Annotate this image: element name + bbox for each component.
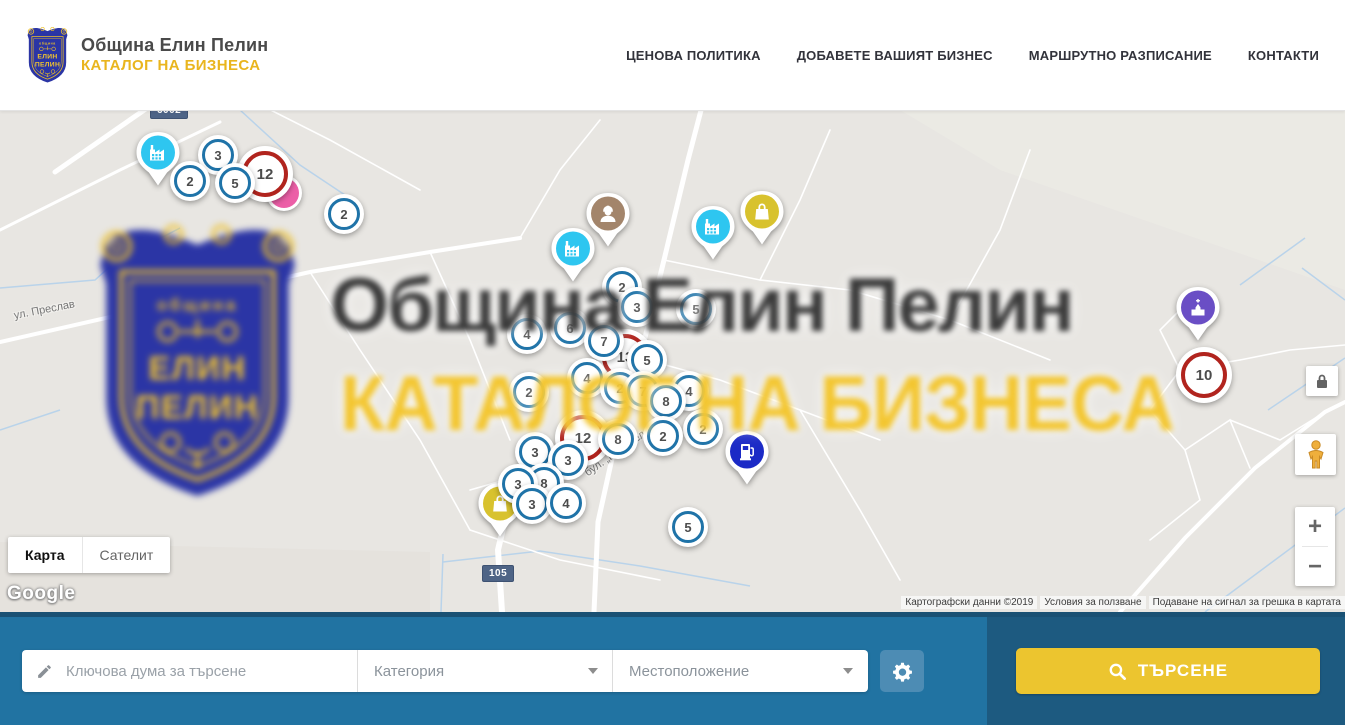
map-pin-bag-icon[interactable] xyxy=(739,190,785,251)
map-type-map-button[interactable]: Карта xyxy=(8,537,82,573)
search-submit-button[interactable]: ТЪРСЕНЕ xyxy=(1016,648,1320,694)
zoom-out-button[interactable]: − xyxy=(1295,547,1335,586)
map-pin-worker-icon[interactable] xyxy=(585,192,631,253)
map-pin-factory-icon[interactable] xyxy=(690,205,736,266)
search-icon xyxy=(1108,662,1127,681)
attribution-copyright: Картографски данни ©2019 xyxy=(901,596,1037,609)
nav-item-route-schedule[interactable]: МАРШРУТНО РАЗПИСАНИЕ xyxy=(1029,48,1212,63)
google-logo[interactable]: Google xyxy=(7,583,75,605)
map-pin-fuel-icon[interactable] xyxy=(724,430,770,491)
advanced-search-button[interactable] xyxy=(880,650,924,692)
road-badge: 6002 xyxy=(150,110,188,119)
map-cluster-marker[interactable]: 4 xyxy=(507,314,547,354)
attribution-report-error-link[interactable]: Подаване на сигнал за грешка в картата xyxy=(1149,596,1345,609)
chevron-down-icon xyxy=(843,668,853,674)
map-cluster-marker[interactable]: 8 xyxy=(598,419,638,459)
municipality-crest-icon xyxy=(24,25,71,85)
map-canvas[interactable]: 6002 105 ул. Преслав бул. „Новосел 12325… xyxy=(0,110,1345,612)
map-cluster-marker[interactable]: 3 xyxy=(617,287,657,327)
map-cluster-marker[interactable]: 5 xyxy=(215,163,255,203)
gear-icon xyxy=(892,661,913,682)
nav-item-add-business[interactable]: ДОБАВЕТЕ ВАШИЯТ БИЗНЕС xyxy=(797,48,993,63)
search-section: Категория Местоположение ТЪРСЕНЕ xyxy=(0,612,1345,725)
map-type-satellite-button[interactable]: Сателит xyxy=(82,537,171,573)
map-cluster-marker[interactable]: 2 xyxy=(170,161,210,201)
pegman-icon xyxy=(1305,440,1327,470)
attribution-terms-link[interactable]: Условия за ползване xyxy=(1040,596,1145,609)
road-badge: 105 xyxy=(482,565,514,582)
keyword-search-input[interactable] xyxy=(64,662,345,681)
location-select-label: Местоположение xyxy=(629,663,749,680)
nav-item-contacts[interactable]: КОНТАКТИ xyxy=(1248,48,1319,63)
main-nav: ЦЕНОВА ПОЛИТИКА ДОБАВЕТЕ ВАШИЯТ БИЗНЕС М… xyxy=(626,48,1319,63)
site-title: Община Елин Пелин xyxy=(81,34,268,57)
map-type-control: Карта Сателит xyxy=(8,537,170,573)
site-subtitle: КАТАЛОГ НА БИЗНЕСА xyxy=(81,57,268,76)
search-button-label: ТЪРСЕНЕ xyxy=(1138,661,1228,681)
search-bar: Категория Местоположение xyxy=(22,650,868,692)
location-select[interactable]: Местоположение xyxy=(613,650,867,692)
chevron-down-icon xyxy=(588,668,598,674)
map-cluster-marker[interactable]: 4 xyxy=(546,483,586,523)
map-lock-button[interactable] xyxy=(1306,366,1338,396)
pencil-icon xyxy=(36,663,53,680)
zoom-control: + − xyxy=(1295,507,1335,586)
map-cluster-marker[interactable]: 10 xyxy=(1176,347,1232,403)
header: Община Елин Пелин КАТАЛОГ НА БИЗНЕСА ЦЕН… xyxy=(0,0,1345,111)
map-cluster-marker[interactable]: 7 xyxy=(584,321,624,361)
map-cluster-marker[interactable]: 2 xyxy=(324,194,364,234)
lock-icon xyxy=(1315,373,1329,389)
map-cluster-marker[interactable]: 8 xyxy=(646,381,686,421)
zoom-in-button[interactable]: + xyxy=(1295,507,1335,546)
map-cluster-marker[interactable]: 2 xyxy=(683,409,723,449)
map-cluster-marker[interactable]: 5 xyxy=(668,507,708,547)
map-cluster-marker[interactable]: 2 xyxy=(509,372,549,412)
keyword-field[interactable] xyxy=(22,650,357,692)
category-select-label: Категория xyxy=(374,663,444,680)
street-view-pegman-button[interactable] xyxy=(1295,434,1336,475)
map-cluster-marker[interactable]: 2 xyxy=(643,416,683,456)
map-pin-church-icon[interactable] xyxy=(1175,286,1221,347)
map-attribution: Картографски данни ©2019 Условия за полз… xyxy=(901,596,1345,609)
category-select[interactable]: Категория xyxy=(358,650,612,692)
nav-item-pricing[interactable]: ЦЕНОВА ПОЛИТИКА xyxy=(626,48,761,63)
map-cluster-marker[interactable]: 5 xyxy=(676,289,716,329)
site-logo[interactable]: Община Елин Пелин КАТАЛОГ НА БИЗНЕСА xyxy=(24,25,268,85)
